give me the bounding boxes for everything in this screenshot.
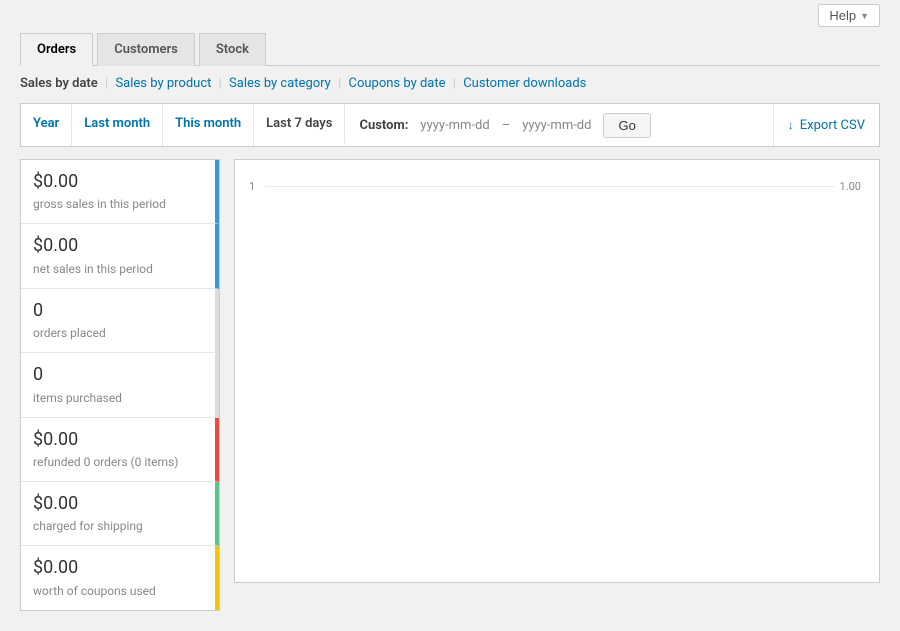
custom-to-input[interactable]: yyyy-mm-dd	[522, 118, 591, 133]
stat-refunded[interactable]: $0.00 refunded 0 orders (0 items)	[21, 418, 219, 482]
stat-coupons[interactable]: $0.00 worth of coupons used	[21, 546, 219, 609]
stat-orders-placed[interactable]: 0 orders placed	[21, 289, 219, 353]
tab-customers[interactable]: Customers	[97, 33, 195, 66]
subnav-sales-by-date[interactable]: Sales by date	[20, 76, 98, 91]
main-tabs: Orders Customers Stock	[20, 33, 880, 66]
stat-label: orders placed	[33, 326, 203, 340]
download-icon: ↓	[788, 118, 794, 132]
range-year[interactable]: Year	[21, 104, 72, 146]
stat-label: net sales in this period	[33, 262, 203, 276]
subnav-customer-downloads[interactable]: Customer downloads	[463, 76, 586, 91]
separator: |	[101, 76, 112, 91]
stat-label: items purchased	[33, 391, 203, 405]
subnav-coupons-by-date[interactable]: Coupons by date	[349, 76, 446, 91]
stat-label: refunded 0 orders (0 items)	[33, 455, 203, 469]
stats-sidebar: $0.00 gross sales in this period $0.00 n…	[20, 159, 220, 611]
range-last-month[interactable]: Last month	[72, 104, 163, 146]
help-label: Help	[829, 8, 856, 23]
stat-value: $0.00	[33, 492, 203, 515]
subnav-sales-by-product[interactable]: Sales by product	[115, 76, 211, 91]
chart-axis-right: 1.00	[840, 180, 861, 193]
range-this-month[interactable]: This month	[163, 104, 254, 146]
range-last-7-days[interactable]: Last 7 days	[254, 104, 345, 146]
chevron-down-icon: ▼	[860, 11, 869, 21]
separator: |	[449, 76, 460, 91]
separator: |	[334, 76, 345, 91]
separator: |	[215, 76, 226, 91]
stat-value: $0.00	[33, 556, 203, 579]
export-label: Export CSV	[800, 118, 865, 133]
sales-chart: 1 1.00	[234, 159, 880, 583]
date-range-filters: Year Last month This month Last 7 days C…	[20, 103, 880, 147]
tab-stock[interactable]: Stock	[199, 33, 266, 66]
export-csv[interactable]: ↓ Export CSV	[774, 104, 879, 146]
stat-shipping[interactable]: $0.00 charged for shipping	[21, 482, 219, 546]
stat-items-purchased[interactable]: 0 items purchased	[21, 353, 219, 417]
stat-value: 0	[33, 299, 203, 322]
tab-orders[interactable]: Orders	[20, 33, 93, 66]
chart-gridline	[265, 186, 835, 187]
stat-label: charged for shipping	[33, 519, 203, 533]
sub-navigation: Sales by date | Sales by product | Sales…	[20, 66, 880, 103]
go-button[interactable]: Go	[603, 113, 650, 138]
stat-value: $0.00	[33, 234, 203, 257]
stat-label: gross sales in this period	[33, 197, 203, 211]
custom-range: Custom: yyyy-mm-dd – yyyy-mm-dd Go	[345, 104, 773, 146]
stat-label: worth of coupons used	[33, 584, 203, 598]
range-dash: –	[502, 118, 511, 133]
custom-from-input[interactable]: yyyy-mm-dd	[420, 118, 489, 133]
stat-value: $0.00	[33, 170, 203, 193]
stat-value: 0	[33, 363, 203, 386]
custom-label: Custom:	[359, 118, 408, 133]
chart-axis-left: 1	[249, 180, 255, 193]
stat-net-sales[interactable]: $0.00 net sales in this period	[21, 224, 219, 288]
stat-value: $0.00	[33, 428, 203, 451]
subnav-sales-by-category[interactable]: Sales by category	[229, 76, 331, 91]
stat-gross-sales[interactable]: $0.00 gross sales in this period	[21, 160, 219, 224]
help-button[interactable]: Help ▼	[818, 4, 880, 27]
